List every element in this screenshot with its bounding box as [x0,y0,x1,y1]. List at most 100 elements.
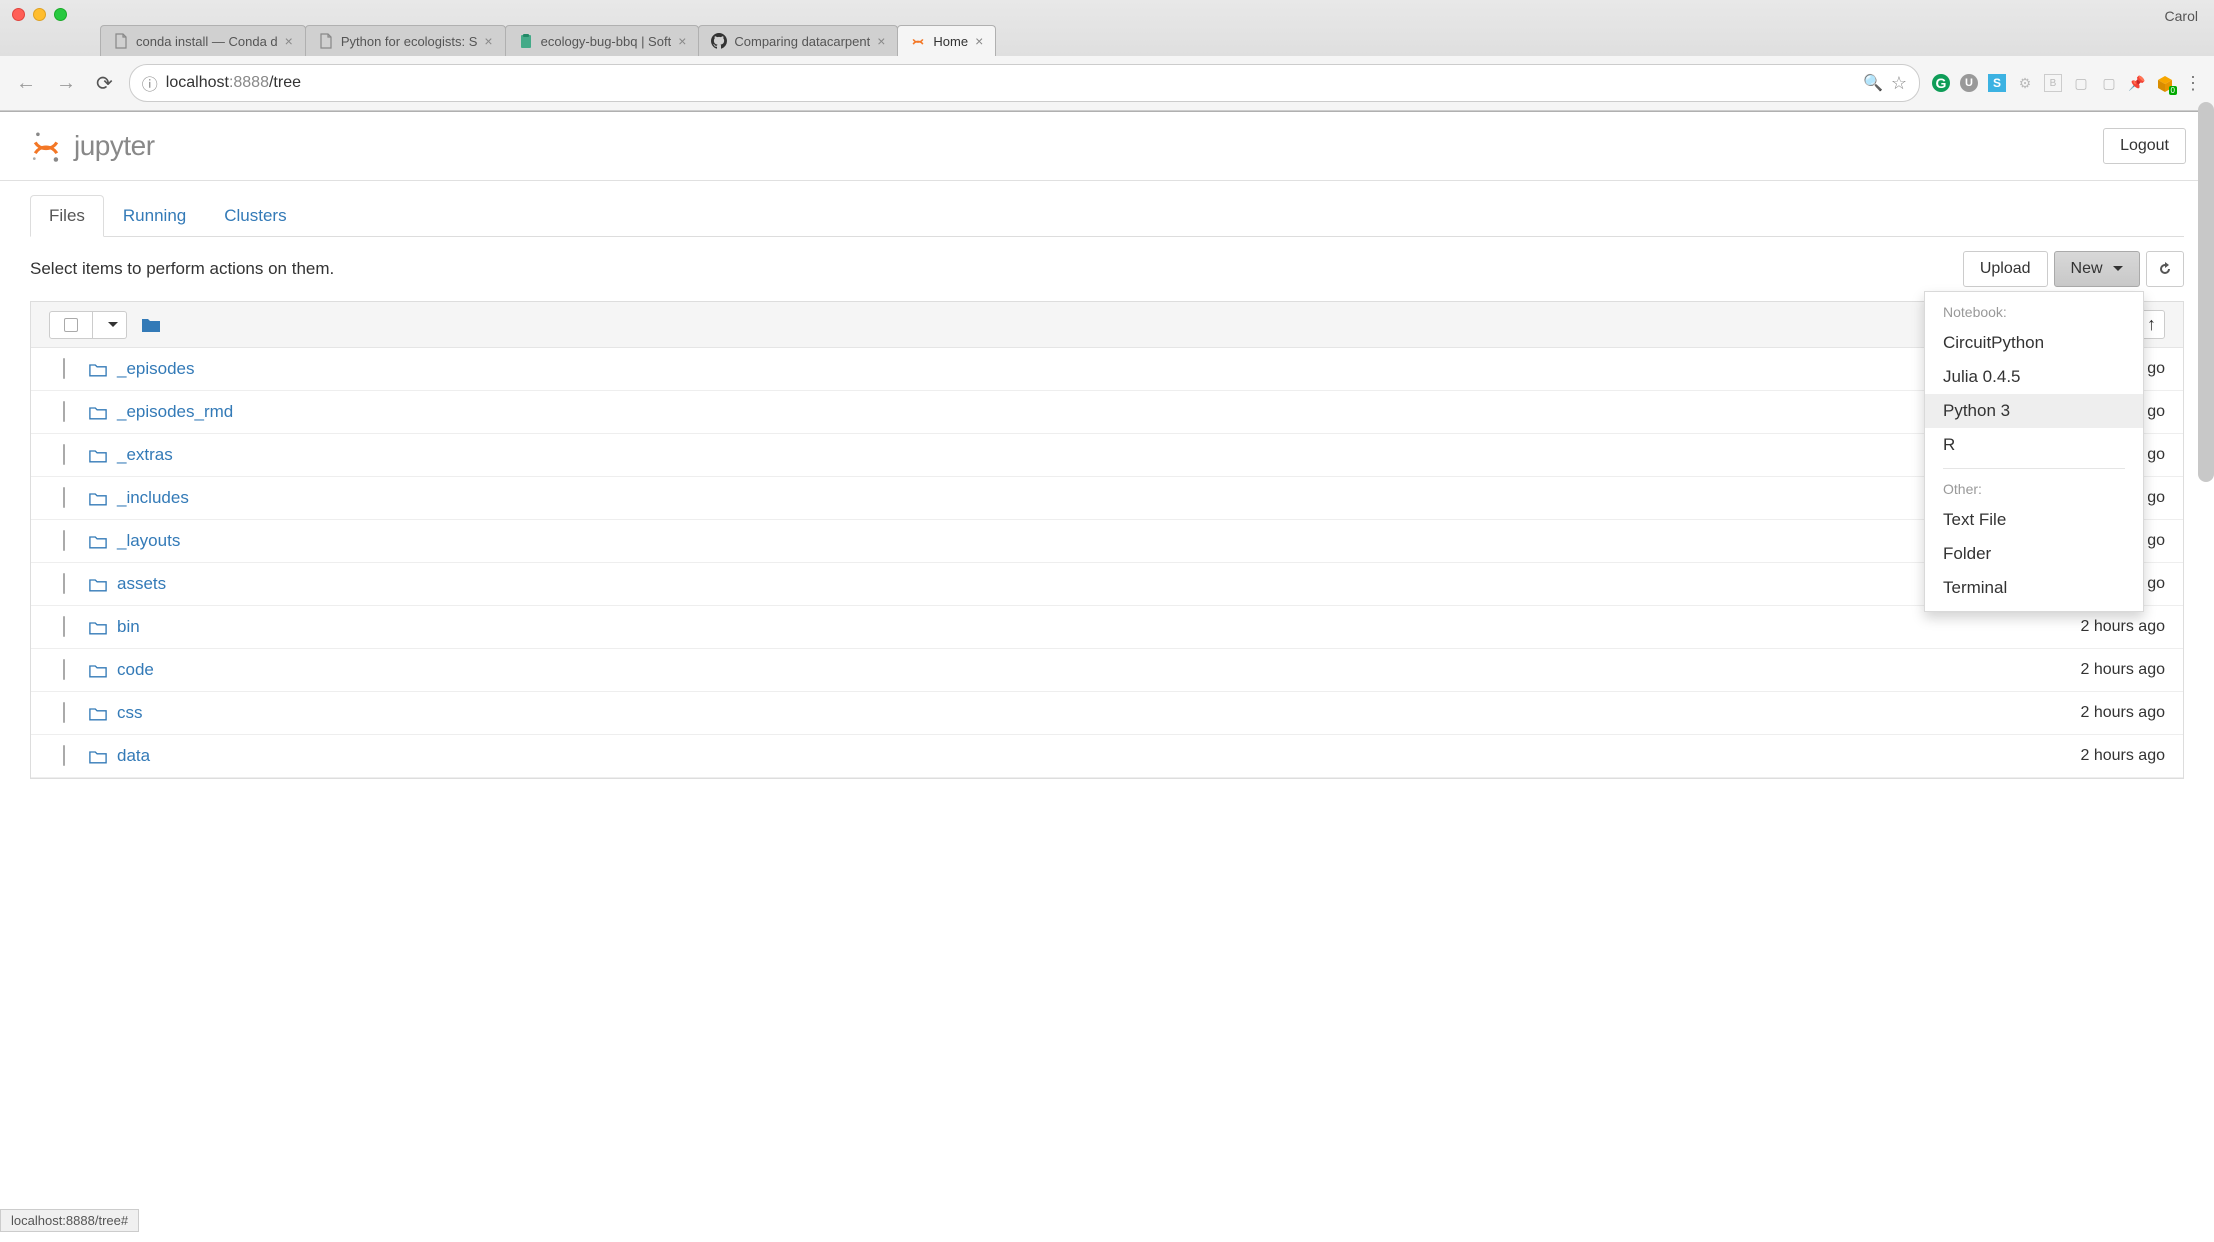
file-checkbox[interactable] [63,531,65,551]
file-modified-time: 2 hours ago [2080,618,2165,636]
file-checkbox[interactable] [63,617,65,637]
jupyter-logo-icon [28,128,64,164]
nav-tab-running[interactable]: Running [104,195,205,237]
jupyter-header: jupyter Logout [0,112,2214,181]
browser-tab[interactable]: Home × [897,25,996,56]
file-name-link[interactable]: assets [117,574,166,594]
profile-name[interactable]: Carol [2165,8,2198,24]
settings-ext-icon[interactable]: ⚙ [2016,74,2034,92]
breadcrumb-folder-icon[interactable] [141,317,161,333]
browser-tab[interactable]: conda install — Conda d × [100,25,306,56]
grammarly-ext-icon[interactable]: G [1932,74,1950,92]
file-row: code2 hours ago [31,649,2183,692]
folder-icon [89,663,107,678]
jupyter-logo[interactable]: jupyter [28,128,155,164]
tab-favicon-icon [711,33,727,49]
folder-icon [89,448,107,463]
browser-tab[interactable]: ecology-bug-bbq | Soft× [505,25,700,56]
tab-close-icon[interactable]: × [484,33,492,49]
folder-icon [89,706,107,721]
back-button[interactable]: ← [12,72,40,95]
page-content: jupyter Logout FilesRunningClusters Sele… [0,112,2214,1242]
file-checkbox[interactable] [63,488,65,508]
bookmark-star-icon[interactable]: ☆ [1891,73,1907,94]
menu-icon[interactable]: ⋮ [2184,74,2202,92]
tab-close-icon[interactable]: × [678,33,686,49]
select-dropdown-button[interactable] [93,311,127,339]
address-bar[interactable]: ⓘ localhost:8888/tree 🔍 ☆ [129,64,1920,102]
file-name-link[interactable]: _layouts [117,531,180,551]
file-name-link[interactable]: data [117,746,150,766]
dropdown-item[interactable]: Julia 0.4.5 [1925,360,2143,394]
file-row: _extras go [31,434,2183,477]
ext-icon-1[interactable]: B [2044,74,2062,92]
ext-icon-2[interactable]: ▢ [2072,74,2090,92]
reload-button[interactable]: ⟳ [92,71,117,96]
nav-tab-clusters[interactable]: Clusters [205,195,305,237]
folder-icon [89,534,107,549]
toolbar: ← → ⟳ ⓘ localhost:8888/tree 🔍 ☆ G U S ⚙ … [0,56,2214,111]
file-checkbox[interactable] [63,703,65,723]
dropdown-item[interactable]: R [1925,428,2143,462]
zoom-icon[interactable]: 🔍 [1863,73,1883,93]
dropdown-item[interactable]: Text File [1925,503,2143,537]
file-checkbox[interactable] [63,359,65,379]
file-checkbox[interactable] [63,660,65,680]
file-name-link[interactable]: bin [117,617,140,637]
file-name-link[interactable]: _episodes [117,359,195,379]
file-modified-time: 2 hours ago [2080,747,2165,765]
file-checkbox[interactable] [63,574,65,594]
site-info-icon[interactable]: ⓘ [142,71,158,95]
file-name-link[interactable]: code [117,660,154,680]
logout-button[interactable]: Logout [2103,128,2186,164]
window-maximize-button[interactable] [54,8,67,21]
refresh-button[interactable] [2146,251,2184,287]
dropdown-section-other: Other: [1925,475,2143,503]
dropdown-item[interactable]: CircuitPython [1925,326,2143,360]
new-button-label: New [2071,260,2103,277]
tab-title: Home [933,34,968,49]
new-button[interactable]: New [2054,251,2140,287]
browser-tab[interactable]: Python for ecologists: S× [305,25,506,56]
window-minimize-button[interactable] [33,8,46,21]
tab-favicon-icon [318,33,334,49]
file-modified-time: go [2147,446,2165,464]
browser-tab[interactable]: Comparing datacarpent× [698,25,898,56]
file-modified-time: 2 hours ago [2080,704,2165,722]
file-name-link[interactable]: _includes [117,488,189,508]
skype-ext-icon[interactable]: S [1988,74,2006,92]
pin-ext-icon[interactable]: 📌 [2128,74,2146,92]
dropdown-item[interactable]: Folder [1925,537,2143,571]
tab-close-icon[interactable]: × [285,33,293,49]
tab-close-icon[interactable]: × [877,33,885,49]
ext-icon-4[interactable]: 0 [2156,74,2174,92]
file-row: _episodes_rmdgo [31,391,2183,434]
file-name-link[interactable]: css [117,703,143,723]
tab-title: conda install — Conda d [136,34,278,49]
url-text: localhost:8888/tree [166,74,1855,92]
file-checkbox[interactable] [63,402,65,422]
file-checkbox[interactable] [63,445,65,465]
forward-button[interactable]: → [52,72,80,95]
file-name-link[interactable]: _episodes_rmd [117,402,233,422]
file-row: bin 2 hours ago [31,606,2183,649]
ublock-ext-icon[interactable]: U [1960,74,1978,92]
dropdown-item[interactable]: Python 3 [1925,394,2143,428]
upload-button[interactable]: Upload [1963,251,2048,287]
ext-icon-3[interactable]: ▢ [2100,74,2118,92]
select-all-checkbox[interactable] [49,311,93,339]
status-bar: localhost:8888/tree# [0,1209,139,1232]
window-close-button[interactable] [12,8,25,21]
new-dropdown-menu: Notebook: CircuitPythonJulia 0.4.5Python… [1924,291,2144,612]
file-modified-time: go [2147,360,2165,378]
file-name-link[interactable]: _extras [117,445,173,465]
file-checkbox[interactable] [63,746,65,766]
nav-tabs: FilesRunningClusters [30,195,2184,237]
tab-close-icon[interactable]: × [975,33,983,49]
folder-icon [89,362,107,377]
folder-icon [89,491,107,506]
scrollbar[interactable] [2198,102,2214,482]
file-modified-time: go [2147,575,2165,593]
nav-tab-files[interactable]: Files [30,195,104,237]
dropdown-item[interactable]: Terminal [1925,571,2143,605]
